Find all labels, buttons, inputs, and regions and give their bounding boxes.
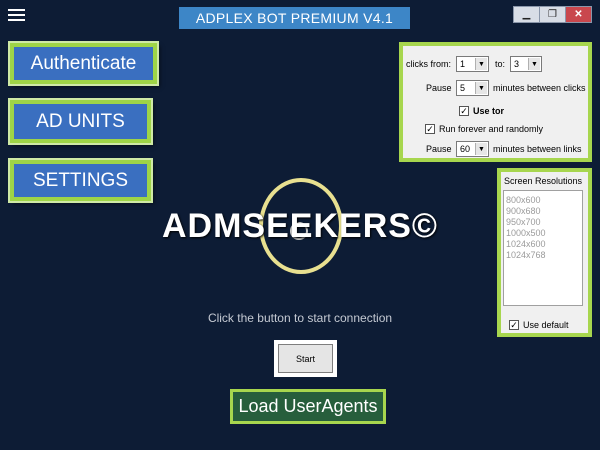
maximize-icon[interactable]: ❐ [539, 6, 566, 23]
close-icon[interactable]: ✕ [565, 6, 592, 23]
ad-units-button[interactable]: AD UNITS [8, 98, 153, 145]
window-controls: ▁ ❐ ✕ [513, 6, 592, 23]
clicks-from-value: 1 [460, 59, 466, 69]
list-item[interactable]: 1024x600 [506, 239, 580, 250]
pause-label: Pause [426, 83, 452, 93]
list-item[interactable]: 1024x768 [506, 250, 580, 261]
minimize-icon[interactable]: ▁ [513, 6, 540, 23]
settings-panel: clicks from: 1 ▼ to: 3 ▼ Pause 5 ▼ minut… [399, 42, 592, 162]
clicks-from-label: clicks from: [406, 59, 451, 69]
to-label: to: [495, 59, 506, 69]
run-forever-label: Run forever and randomly [439, 124, 544, 134]
use-default-checkbox[interactable]: ✓ [509, 320, 519, 330]
brand-title: ADMSEEKERS© [162, 206, 438, 245]
pause-links-suffix: minutes between links [493, 144, 582, 154]
window-title: ADPLEX BOT PREMIUM V4.1 [179, 7, 410, 29]
chevron-down-icon: ▼ [475, 143, 487, 155]
screen-resolutions-panel: Screen Resolutions 800x600 900x680 950x7… [497, 168, 592, 337]
start-button[interactable]: Start [278, 344, 333, 373]
run-forever-checkbox[interactable]: ✓ [425, 124, 435, 134]
pause-links-label: Pause [426, 144, 452, 154]
clicks-to-dropdown[interactable]: 3 ▼ [510, 56, 542, 72]
list-item[interactable]: 950x700 [506, 217, 580, 228]
authenticate-button[interactable]: Authenticate [8, 41, 159, 86]
start-button-frame: Start [274, 340, 337, 377]
connection-hint: Click the button to start connection [207, 311, 393, 325]
use-tor-label: Use tor [473, 106, 505, 116]
pause-clicks-dropdown[interactable]: 5 ▼ [456, 80, 489, 96]
clicks-to-value: 3 [514, 59, 520, 69]
clicks-from-dropdown[interactable]: 1 ▼ [456, 56, 489, 72]
pause-links-dropdown[interactable]: 60 ▼ [456, 141, 489, 157]
chevron-down-icon: ▼ [475, 58, 487, 70]
pause-clicks-value: 5 [460, 83, 466, 93]
pause-clicks-suffix: minutes between clicks [493, 83, 586, 93]
pause-links-value: 60 [460, 144, 471, 154]
use-default-label: Use default [523, 320, 569, 330]
list-item[interactable]: 800x600 [506, 195, 580, 206]
use-tor-checkbox[interactable]: ✓ [459, 106, 469, 116]
resolutions-list[interactable]: 800x600 900x680 950x700 1000x500 1024x60… [503, 190, 583, 306]
menu-icon[interactable] [8, 9, 25, 21]
chevron-down-icon: ▼ [528, 58, 540, 70]
resolutions-title: Screen Resolutions [504, 176, 583, 186]
settings-button[interactable]: SETTINGS [8, 158, 153, 203]
load-useragents-button[interactable]: Load UserAgents [230, 389, 386, 424]
list-item[interactable]: 900x680 [506, 206, 580, 217]
list-item[interactable]: 1000x500 [506, 228, 580, 239]
chevron-down-icon: ▼ [475, 82, 487, 94]
